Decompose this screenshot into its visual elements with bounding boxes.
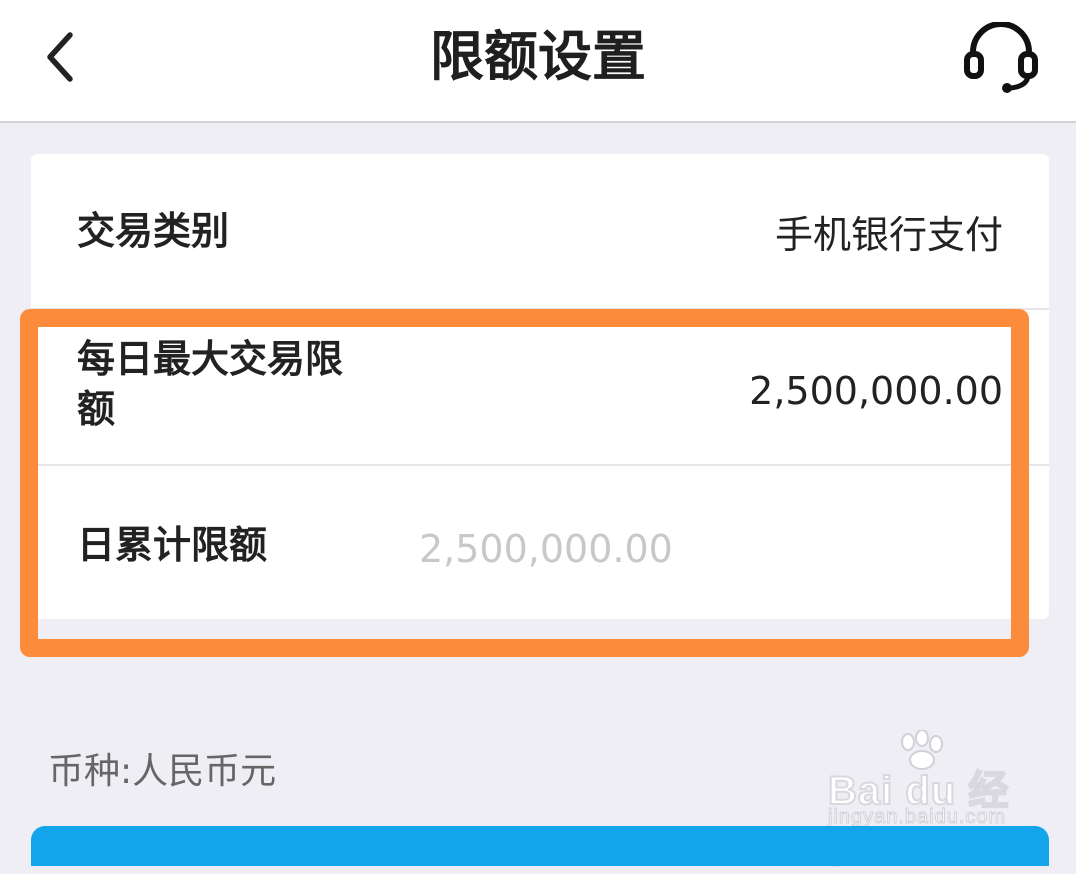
top-nav-bar: 限额设置: [0, 0, 1076, 123]
daily-max-limit-value: 2,500,000.00: [749, 369, 1003, 413]
daily-max-limit-label: 每日最大交易限额: [77, 337, 344, 431]
currency-note: 币种:人民币元: [48, 751, 277, 792]
cumulative-limit-row: 日累计限额: [31, 466, 1049, 619]
limit-settings-card: 交易类别 手机银行支付 每日最大交易限额 2,500,000.00 日累计限额: [31, 154, 1049, 619]
headset-icon: [961, 21, 1041, 98]
cumulative-limit-label: 日累计限额: [77, 523, 268, 567]
daily-max-limit-row: 每日最大交易限额 2,500,000.00: [31, 310, 1049, 466]
transaction-type-row: 交易类别 手机银行支付: [31, 154, 1049, 310]
customer-service-button[interactable]: [958, 21, 1044, 98]
confirm-button[interactable]: [31, 826, 1049, 866]
page-title: 限额设置: [430, 25, 646, 88]
transaction-type-label: 交易类别: [77, 209, 230, 253]
watermark: Bai du 经验 jingyan.baidu.com: [820, 729, 1040, 872]
cumulative-limit-input[interactable]: [419, 524, 979, 574]
transaction-type-value: 手机银行支付: [774, 213, 1003, 257]
